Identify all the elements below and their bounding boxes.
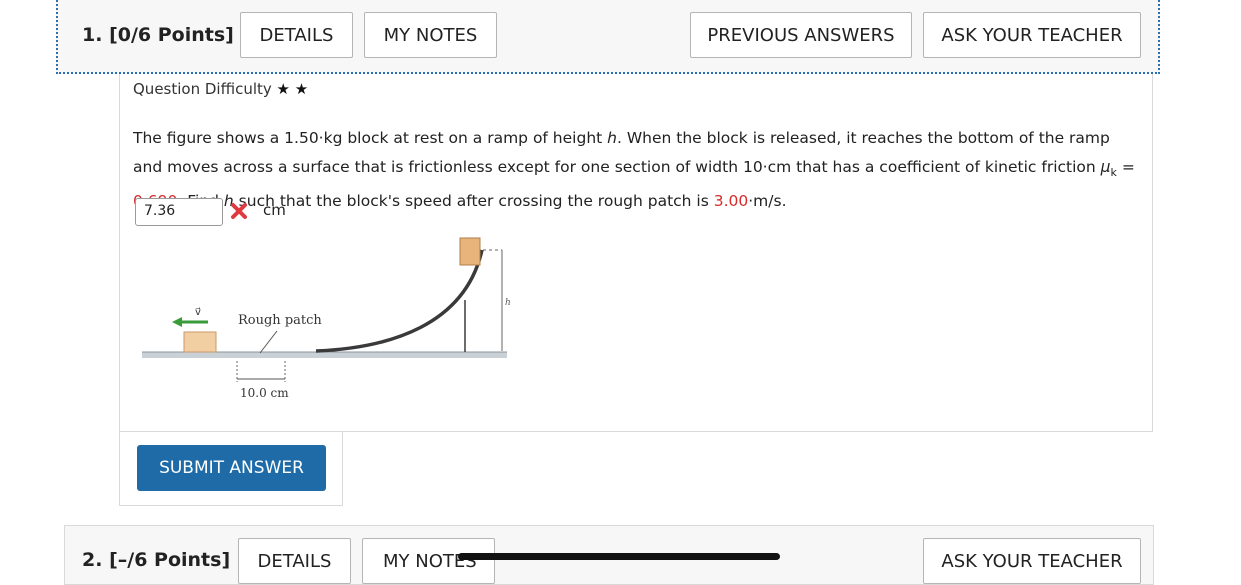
var-h: h xyxy=(607,129,617,147)
ramp-figure: h v⃗ Rough patch 10.0 cm xyxy=(142,237,511,400)
block-top xyxy=(459,237,481,266)
answer-input[interactable]: 7.36 xyxy=(135,198,223,226)
question-2-title: 2. [–/6 Points] xyxy=(82,549,230,571)
height-label: h xyxy=(505,298,511,308)
question-2-points: [–/6 Points] xyxy=(109,549,231,571)
question-2-number: 2. xyxy=(82,549,103,571)
details-button[interactable]: DETAILS xyxy=(240,12,353,58)
horizontal-scrollbar[interactable] xyxy=(458,553,780,560)
q2-ask-your-teacher-button[interactable]: ASK YOUR TEACHER xyxy=(923,538,1141,584)
submit-answer-button[interactable]: SUBMIT ANSWER xyxy=(137,445,326,491)
q2-details-button[interactable]: DETAILS xyxy=(238,538,351,584)
problem-part-3: = xyxy=(1116,158,1135,176)
difficulty-label: Question Difficulty xyxy=(133,80,272,98)
problem-part-5: such that the block's speed after crossi… xyxy=(233,192,714,211)
speed-value: 3.00 xyxy=(713,192,749,211)
problem-part-6: ·m/s. xyxy=(748,192,787,211)
rough-patch-pointer xyxy=(259,330,278,354)
difficulty-stars: ★ ★ xyxy=(276,80,309,98)
ask-your-teacher-button[interactable]: ASK YOUR TEACHER xyxy=(923,12,1141,58)
velocity-arrowhead xyxy=(172,317,182,327)
incorrect-x-icon xyxy=(231,203,247,219)
previous-answers-button[interactable]: PREVIOUS ANSWERS xyxy=(690,12,912,58)
rough-patch-label: Rough patch xyxy=(238,313,322,328)
velocity-label: v⃗ xyxy=(195,307,201,318)
question-number: 1. xyxy=(82,24,103,46)
question-difficulty: Question Difficulty ★ ★ xyxy=(133,80,308,98)
q2-my-notes-button[interactable]: MY NOTES xyxy=(362,538,495,584)
ground-surface xyxy=(142,352,507,358)
answer-unit: cm xyxy=(263,201,286,219)
problem-part-1: The figure shows a 1.50·kg block at rest… xyxy=(133,129,608,147)
my-notes-button[interactable]: MY NOTES xyxy=(364,12,497,58)
question-points: [0/6 Points] xyxy=(109,24,234,46)
block-moving xyxy=(183,331,217,353)
question-1-title: 1. [0/6 Points] xyxy=(82,24,234,46)
ramp-curve xyxy=(315,249,484,353)
patch-width-label: 10.0 cm xyxy=(240,386,289,400)
var-mu: μ xyxy=(1100,158,1111,176)
